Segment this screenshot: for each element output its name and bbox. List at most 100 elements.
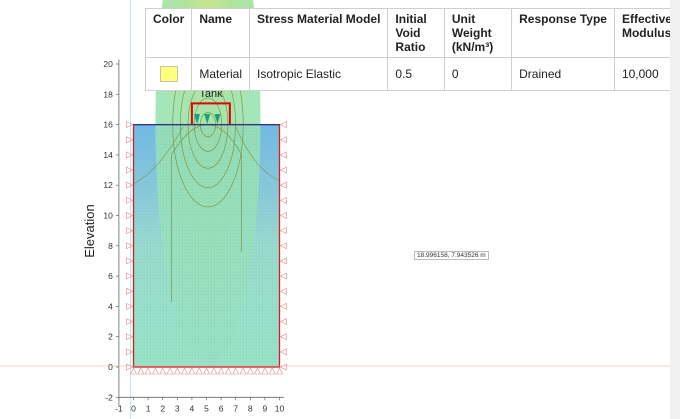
x-tick-label: 5	[204, 403, 209, 413]
roller-support-icon	[279, 318, 287, 326]
roller-support-icon	[126, 121, 134, 129]
roller-support-icon	[126, 227, 134, 235]
roller-support-icon	[279, 242, 287, 250]
roller-support-icon	[279, 181, 287, 189]
col-stress-model: Stress Material Model	[249, 8, 389, 58]
roller-support-icon	[126, 287, 134, 295]
roller-support-icon	[279, 287, 287, 295]
roller-support-icon	[279, 257, 287, 265]
coordinate-readout: 18.996158, 7.943526 m	[414, 251, 489, 260]
roller-support-icon	[126, 333, 134, 341]
x-tick-label: 6	[219, 403, 224, 413]
col-void-ratio: Initial Void Ratio	[387, 8, 445, 58]
roller-support-icon	[126, 181, 134, 189]
roller-support-icon	[126, 151, 134, 159]
y-tick-label: 12	[103, 180, 113, 190]
materials-table[interactable]: Color Name Stress Material Model Initial…	[144, 8, 680, 91]
x-tick-label: 4	[190, 403, 195, 413]
y-tick-label: 14	[103, 150, 113, 160]
pin-support-icon	[232, 367, 240, 375]
pin-support-icon	[276, 367, 283, 375]
pin-support-icon	[254, 367, 262, 375]
roller-support-icon	[126, 257, 134, 265]
x-tick-label: 0	[131, 403, 136, 413]
y-tick-label: 10	[103, 211, 113, 221]
pin-support-icon	[195, 367, 203, 375]
roller-support-icon	[279, 272, 287, 280]
roller-support-icon	[126, 166, 134, 174]
roller-support-icon	[279, 227, 287, 235]
y-tick-label: 6	[108, 271, 113, 281]
material-void-ratio[interactable]: 0.5	[387, 57, 445, 91]
pin-support-icon	[217, 367, 225, 375]
material-response-type[interactable]: Drained	[511, 57, 615, 91]
roller-support-icon	[126, 302, 134, 310]
roller-support-icon	[126, 272, 134, 280]
pin-support-icon	[151, 367, 159, 375]
y-axis-label: Elevation	[82, 204, 97, 257]
analysis-workspace[interactable]: -2 0 2 4 6 8 10 12 14 16 18 20 -1 0 1 2 3 4 5 6 7 8 9 10 Elevat…	[0, 0, 680, 419]
roller-support-icon	[279, 212, 287, 219]
x-tick-label: 3	[175, 403, 180, 413]
pin-support-icon	[239, 367, 247, 375]
y-tick-label: 2	[108, 332, 113, 342]
finite-element-mesh	[133, 124, 280, 367]
roller-support-icon	[126, 136, 134, 144]
vertical-scrollbar[interactable]	[670, 0, 680, 419]
roller-support-icon	[279, 136, 287, 144]
roller-support-icon	[279, 151, 287, 159]
x-tick-label: -1	[115, 403, 123, 413]
y-tick-label: -2	[105, 392, 113, 402]
y-tick-label: 0	[108, 362, 113, 372]
roller-support-icon	[126, 348, 134, 356]
material-name[interactable]: Material	[191, 57, 251, 91]
y-tick-label: 4	[108, 301, 113, 311]
table-row[interactable]: Material Isotropic Elastic 0.5 0 Drained…	[144, 57, 680, 91]
roller-support-icon	[279, 196, 287, 204]
pin-support-icon	[130, 367, 137, 375]
pin-support-icon	[268, 367, 276, 375]
pin-support-icon	[210, 367, 218, 375]
pin-support-icon	[246, 367, 254, 375]
x-tick-label: 8	[248, 403, 253, 413]
roller-support-icon	[126, 363, 134, 371]
x-tick-label: 9	[263, 403, 268, 413]
material-color-swatch[interactable]	[159, 66, 178, 82]
x-tick-label: 10	[275, 403, 285, 413]
y-tick-label: 20	[103, 59, 113, 69]
col-name: Name	[191, 8, 251, 58]
y-tick-label: 18	[103, 89, 113, 99]
roller-support-icon	[279, 166, 287, 174]
material-color-cell[interactable]	[144, 57, 193, 91]
roller-support-icon	[126, 242, 134, 250]
pin-support-icon	[159, 367, 167, 375]
pin-support-icon	[173, 367, 181, 375]
roller-support-icon	[279, 363, 287, 371]
pin-support-icon	[166, 367, 174, 375]
y-tick-label: 16	[103, 120, 113, 130]
col-response-type: Response Type	[511, 8, 615, 58]
roller-support-icon	[279, 121, 287, 129]
y-tick-label: 8	[108, 241, 113, 251]
pin-support-icon	[137, 367, 145, 375]
x-tick-label: 2	[160, 403, 165, 413]
material-unit-weight[interactable]: 0	[443, 57, 513, 91]
pin-support-icon	[144, 367, 152, 375]
pin-support-icon	[224, 367, 232, 375]
table-header-row: Color Name Stress Material Model Initial…	[144, 8, 680, 58]
roller-support-icon	[279, 333, 287, 341]
roller-support-icon	[279, 302, 287, 310]
roller-support-icon	[279, 348, 287, 356]
pin-support-icon	[181, 367, 189, 375]
roller-support-icon	[126, 196, 134, 204]
pin-support-icon	[203, 367, 210, 375]
col-color: Color	[144, 8, 193, 58]
x-tick-label: 7	[233, 403, 238, 413]
pin-support-icon	[188, 367, 196, 375]
col-unit-weight: Unit Weight (kN/m³)	[443, 8, 513, 58]
x-tick-label: 1	[146, 403, 151, 413]
pin-support-icon	[261, 367, 269, 375]
roller-support-icon	[126, 318, 134, 326]
material-model[interactable]: Isotropic Elastic	[249, 57, 389, 91]
roller-support-icon	[126, 212, 134, 219]
